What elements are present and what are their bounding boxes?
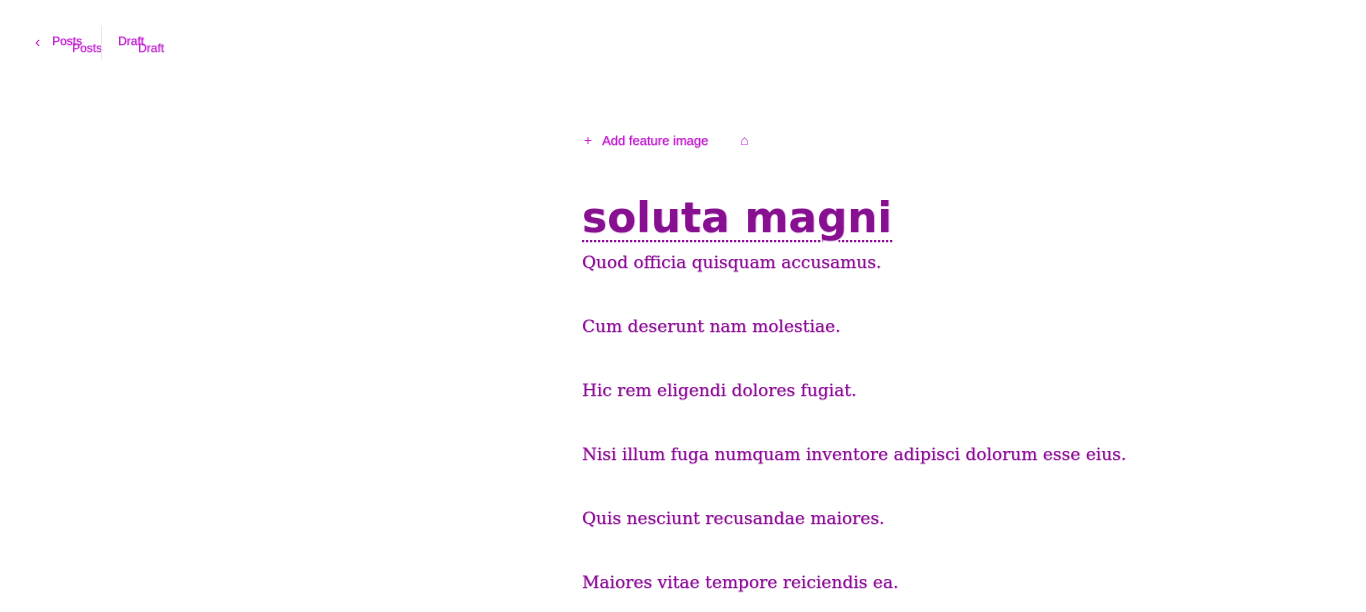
post-paragraph: Cum deserunt nam molestiae.	[582, 317, 841, 337]
post-paragraph: Nisi illum fuga numquam inventore adipis…	[582, 445, 1127, 465]
image-icon[interactable]: ⌂	[740, 132, 748, 148]
feature-image-row: + Add feature image ⌂	[582, 128, 1202, 152]
post-body[interactable]: Quod officia quisquam accusamus. Cum des…	[582, 252, 1202, 594]
post-paragraph: Quod officia quisquam accusamus.	[582, 253, 882, 273]
editor-topbar: ‹ Posts Draft	[0, 0, 1366, 90]
post-title[interactable]: soluta magni	[582, 194, 1202, 242]
post-status: Draft	[118, 34, 164, 55]
post-paragraph: Maiores vitae tempore reiciendis ea.	[582, 573, 899, 593]
post-paragraph: Hic rem eligendi dolores fugiat.	[582, 381, 857, 401]
post-paragraph: Quis nesciunt recusandae maiores.	[582, 509, 885, 529]
plus-icon: +	[583, 132, 593, 148]
add-feature-image-button[interactable]: Add feature image	[602, 133, 708, 148]
chevron-left-icon[interactable]: ‹	[35, 34, 45, 51]
nav-divider	[101, 26, 102, 60]
back-to-posts-link[interactable]: Posts	[52, 34, 102, 55]
post-editor: + Add feature image ⌂ soluta magni Quod …	[582, 128, 1202, 612]
